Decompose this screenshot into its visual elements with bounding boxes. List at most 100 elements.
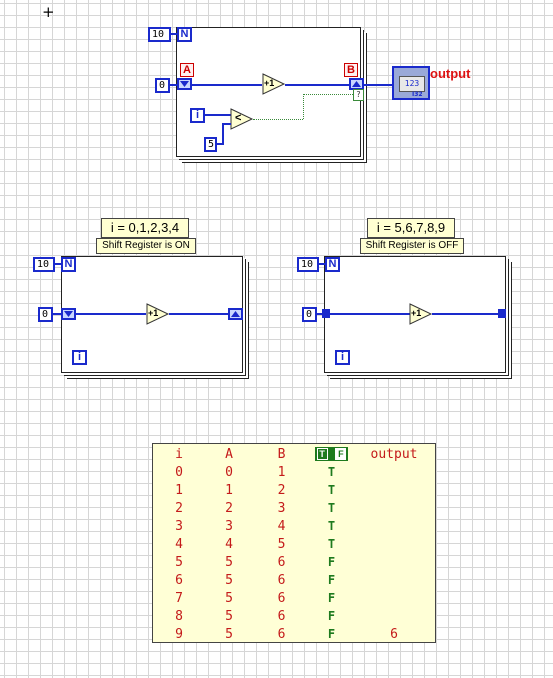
cell-b: 5 bbox=[277, 536, 286, 552]
cell-b: 6 bbox=[277, 554, 286, 570]
cell-i: 1 bbox=[175, 482, 183, 498]
top-n-wire bbox=[170, 33, 177, 35]
table-row: 7 5 6 F bbox=[159, 589, 429, 607]
top-bool-wire-h2 bbox=[303, 94, 355, 95]
table-row: 6 5 6 F bbox=[159, 571, 429, 589]
table-row: 8 5 6 F bbox=[159, 607, 429, 625]
cell-tf: T bbox=[327, 519, 336, 533]
cell-output bbox=[359, 553, 429, 571]
cell-a: 5 bbox=[225, 608, 233, 624]
shift-register-a-label: A bbox=[180, 63, 194, 77]
cell-tf: T bbox=[327, 537, 336, 551]
cell-i: 5 bbox=[175, 554, 183, 570]
cell-tf: F bbox=[327, 573, 336, 587]
left-init-wire bbox=[52, 313, 61, 315]
top-increment-label: +1 bbox=[264, 78, 275, 88]
cell-b: 6 bbox=[277, 626, 286, 642]
top-bool-wire-h bbox=[253, 119, 303, 120]
cell-tf: F bbox=[327, 591, 336, 605]
top-n-terminal: N bbox=[177, 27, 192, 42]
top-i-wire bbox=[205, 114, 232, 116]
cell-output bbox=[359, 535, 429, 553]
cell-tf: T bbox=[327, 465, 336, 479]
results-table: i A B T F output 001T112T223T334T445T556… bbox=[159, 445, 429, 643]
cell-output bbox=[359, 499, 429, 517]
left-i-terminal: i bbox=[72, 350, 87, 365]
cell-a: 5 bbox=[225, 626, 233, 642]
right-i-terminal: i bbox=[335, 350, 350, 365]
cell-output bbox=[359, 481, 429, 499]
cell-tf: T bbox=[327, 483, 336, 497]
cell-a: 0 bbox=[225, 464, 233, 480]
cell-i: 6 bbox=[175, 572, 183, 588]
cell-a: 4 bbox=[225, 536, 233, 552]
left-shift-register-left[interactable] bbox=[61, 308, 76, 320]
table-row: 9 5 6 F 6 bbox=[159, 625, 429, 643]
table-row: 3 3 4 T bbox=[159, 517, 429, 535]
right-post-wire bbox=[432, 313, 498, 315]
cell-b: 4 bbox=[277, 518, 286, 534]
header-i: i bbox=[175, 446, 183, 462]
left-n-constant[interactable]: 10 bbox=[33, 257, 55, 272]
cell-a: 5 bbox=[225, 572, 233, 588]
table-row: 0 0 1 T bbox=[159, 463, 429, 481]
output-label: output bbox=[430, 66, 471, 81]
header-tf: T F bbox=[304, 445, 359, 463]
right-output-tunnel[interactable] bbox=[498, 309, 506, 318]
cell-a: 5 bbox=[225, 590, 233, 606]
cell-b: 3 bbox=[277, 500, 286, 516]
cell-b: 6 bbox=[277, 608, 286, 624]
left-post-wire bbox=[169, 313, 229, 315]
down-arrow-icon bbox=[180, 81, 189, 87]
cell-i: 7 bbox=[175, 590, 183, 606]
cursor-crosshair-icon: + bbox=[42, 3, 55, 21]
cell-a: 1 bbox=[225, 482, 233, 498]
top-n-constant[interactable]: 10 bbox=[148, 27, 171, 42]
right-n-wire bbox=[318, 263, 325, 265]
top-compare-node[interactable] bbox=[230, 108, 254, 130]
tf-false-glyph: F bbox=[335, 448, 347, 460]
cell-b: 6 bbox=[277, 590, 286, 606]
cell-i: 9 bbox=[175, 626, 183, 642]
left-shift-register-right[interactable] bbox=[228, 308, 243, 320]
right-init-constant[interactable]: 0 bbox=[302, 307, 317, 322]
right-input-tunnel[interactable] bbox=[322, 309, 330, 318]
tf-boolean-icon: T F bbox=[314, 447, 349, 461]
cell-output bbox=[359, 571, 429, 589]
cell-output bbox=[359, 517, 429, 535]
top-init-wire bbox=[169, 84, 177, 86]
output-indicator[interactable]: 123 I32 bbox=[392, 66, 430, 100]
indicator-type-label: I32 bbox=[412, 91, 423, 98]
cell-output bbox=[359, 607, 429, 625]
cell-a: 5 bbox=[225, 554, 233, 570]
cell-i: 2 bbox=[175, 500, 183, 516]
top-init-constant[interactable]: 0 bbox=[155, 78, 170, 93]
top-shift-register-left[interactable] bbox=[177, 78, 192, 90]
cell-tf: F bbox=[327, 627, 336, 641]
cell-output bbox=[359, 589, 429, 607]
cell-output: 6 bbox=[390, 626, 398, 642]
header-b: B bbox=[277, 446, 286, 462]
results-table-panel: i A B T F output 001T112T223T334T445T556… bbox=[152, 443, 436, 643]
left-caption: i = 0,1,2,3,4 bbox=[101, 218, 189, 238]
cell-tf: F bbox=[327, 555, 336, 569]
cell-b: 2 bbox=[277, 482, 286, 498]
top-i-terminal: i bbox=[190, 108, 205, 123]
top-compare-label: < bbox=[235, 112, 242, 124]
left-init-constant[interactable]: 0 bbox=[38, 307, 53, 322]
conditional-terminal[interactable]: ? bbox=[353, 89, 364, 101]
header-a: A bbox=[225, 446, 233, 462]
indicator-display: 123 bbox=[399, 76, 425, 92]
table-row: 2 2 3 T bbox=[159, 499, 429, 517]
cell-i: 8 bbox=[175, 608, 183, 624]
top-const-wire-h2 bbox=[222, 123, 231, 125]
cell-i: 0 bbox=[175, 464, 183, 480]
cell-tf: T bbox=[327, 501, 336, 515]
right-n-constant[interactable]: 10 bbox=[297, 257, 319, 272]
table-row: 5 5 6 F bbox=[159, 553, 429, 571]
cell-b: 1 bbox=[277, 464, 286, 480]
up-arrow-icon bbox=[231, 311, 240, 317]
cell-i: 3 bbox=[175, 518, 183, 534]
down-arrow-icon bbox=[64, 311, 73, 317]
left-n-wire bbox=[54, 263, 61, 265]
